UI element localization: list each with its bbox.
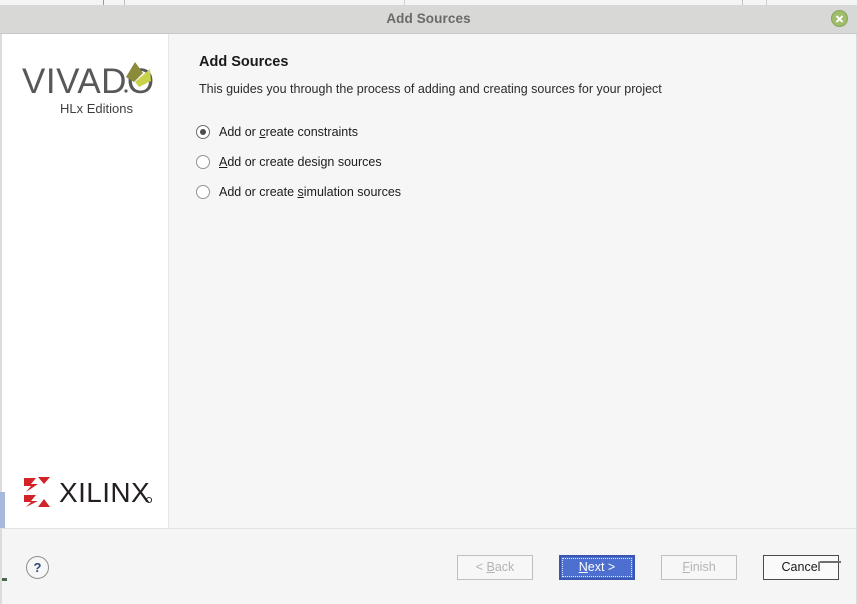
help-icon[interactable]: ?	[26, 556, 49, 579]
dialog-title: Add Sources	[386, 11, 471, 26]
background-scrollbar-thumb[interactable]	[0, 492, 5, 528]
radio-add-or-create-constraints[interactable]: Add or create constraints	[196, 117, 636, 147]
wizard-button-bar: < Back Next > Finish Cancel	[457, 555, 839, 580]
dialog-footer: ? < Back Next > Finish Cancel	[0, 528, 857, 604]
source-type-radio-group: Add or create constraints Add or create …	[196, 117, 636, 207]
svg-text:XILINX: XILINX	[59, 477, 150, 508]
mnemonic-letter: F	[682, 560, 690, 574]
radio-add-or-create-design-sources[interactable]: Add or create design sources	[196, 147, 636, 177]
page-title: Add Sources	[199, 54, 289, 70]
xilinx-mark	[24, 477, 50, 507]
radio-indicator	[196, 155, 210, 169]
dialog-sidebar: VIVADO HLx Editions XILINX	[2, 34, 169, 528]
page-description: This guides you through the process of a…	[199, 82, 662, 96]
finish-button[interactable]: Finish	[661, 555, 737, 580]
close-icon[interactable]	[831, 10, 848, 27]
next-button[interactable]: Next >	[559, 555, 635, 580]
mnemonic-letter: B	[486, 560, 495, 574]
svg-text:HLx Editions: HLx Editions	[60, 101, 133, 116]
vivado-logo: VIVADO HLx Editions	[22, 62, 154, 116]
background-tick	[820, 561, 841, 563]
radio-label: Add or create design sources	[219, 155, 382, 169]
back-button[interactable]: < Back	[457, 555, 533, 580]
dialog-titlebar: Add Sources	[0, 5, 857, 34]
cancel-button[interactable]: Cancel	[763, 555, 839, 580]
add-sources-dialog: Add Sources VIVADO HLx Editions XILINX A…	[0, 5, 857, 604]
radio-indicator	[196, 125, 210, 139]
dialog-content: Add Sources This guides you through the …	[169, 34, 856, 528]
mnemonic-letter: N	[578, 560, 588, 574]
radio-label: Add or create constraints	[219, 125, 358, 139]
radio-label: Add or create simulation sources	[219, 185, 402, 199]
radio-indicator	[196, 185, 210, 199]
radio-add-or-create-simulation-sources[interactable]: Add or create simulation sources	[196, 177, 636, 207]
dialog-body: VIVADO HLx Editions XILINX Add Sources T…	[0, 34, 857, 528]
xilinx-logo: XILINX	[24, 477, 152, 508]
